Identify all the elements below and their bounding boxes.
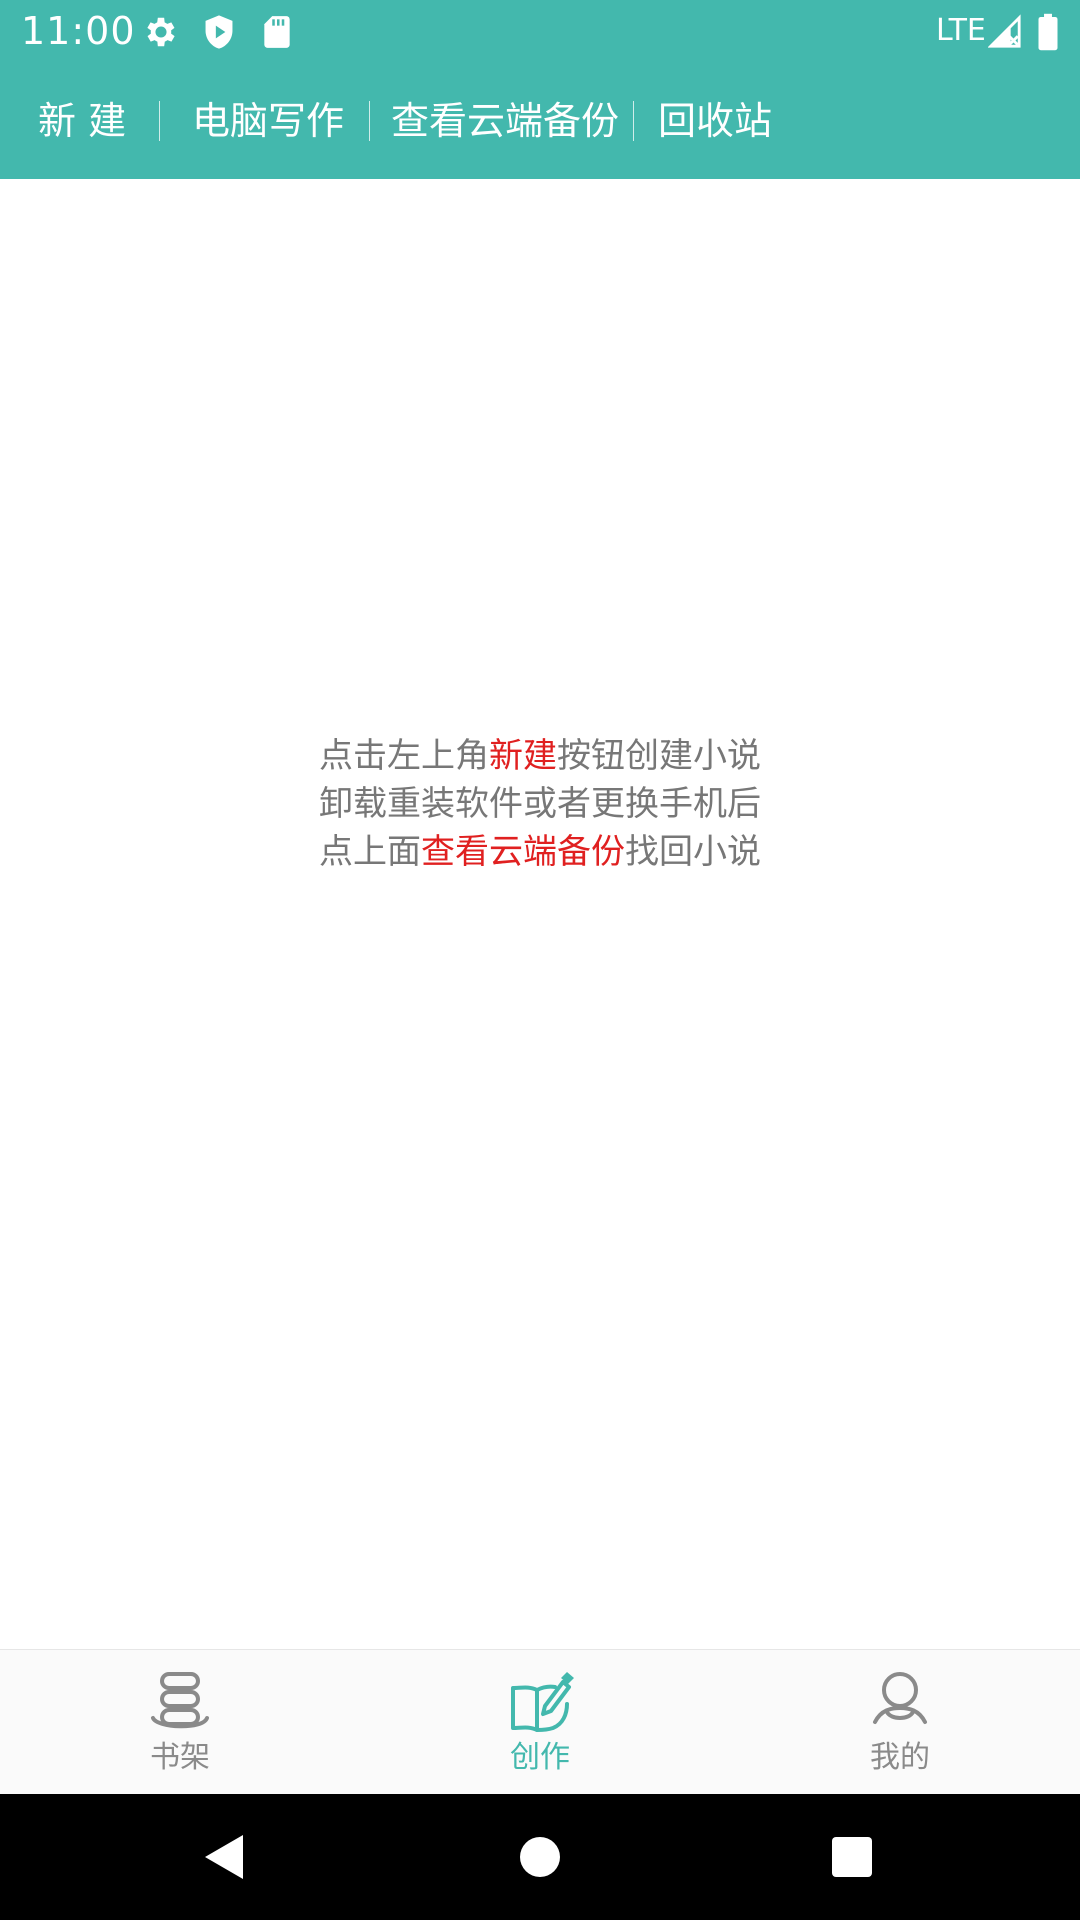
cloud-backup-button[interactable]: 查看云端备份: [391, 63, 619, 179]
hint-text: 卸载重装软件或者更换手机后: [319, 784, 761, 824]
app-screen: 11:00 LTE 新 建 电脑写作 查看云端备份 回收站 点击左上角新建按钮创…: [0, 0, 1080, 1920]
nav-label-write: 创作: [510, 1740, 570, 1775]
hint-text: 点击左上角: [319, 736, 489, 776]
hint-highlight-new: 新建: [489, 736, 557, 776]
hint-text: 按钮创建小说: [557, 736, 761, 776]
hint-text: 点上面: [319, 832, 421, 872]
settings-gear-icon: [142, 13, 180, 51]
home-icon[interactable]: [512, 1829, 568, 1885]
nav-item-profile[interactable]: 我的: [720, 1650, 1080, 1795]
system-nav-bar: [0, 1794, 1080, 1920]
nav-label-profile: 我的: [870, 1740, 930, 1775]
hint-line-1: 点击左上角新建按钮创建小说: [0, 732, 1080, 780]
hint-line-2: 卸载重装软件或者更换手机后: [0, 780, 1080, 828]
profile-icon: [865, 1668, 935, 1734]
toolbar-divider: [159, 101, 160, 141]
empty-state-hint: 点击左上角新建按钮创建小说 卸载重装软件或者更换手机后 点上面查看云端备份找回小…: [0, 732, 1080, 876]
write-icon: [505, 1668, 575, 1734]
hint-highlight-cloud-backup: 查看云端备份: [421, 832, 625, 872]
toolbar-divider: [633, 101, 634, 141]
toolbar-divider: [369, 101, 370, 141]
battery-icon: [1035, 13, 1061, 51]
pc-writing-button[interactable]: 电脑写作: [192, 63, 344, 179]
nav-item-write[interactable]: 创作: [360, 1650, 720, 1795]
back-icon[interactable]: [197, 1829, 253, 1885]
bottom-nav: 书架 创作 我的: [0, 1649, 1080, 1795]
play-protect-icon: [200, 13, 238, 51]
recycle-bin-button[interactable]: 回收站: [658, 63, 772, 179]
new-button[interactable]: 新 建: [38, 63, 126, 179]
nav-item-bookshelf[interactable]: 书架: [0, 1650, 360, 1795]
main-content: 点击左上角新建按钮创建小说 卸载重装软件或者更换手机后 点上面查看云端备份找回小…: [0, 179, 1080, 1649]
hint-text: 找回小说: [625, 832, 761, 872]
recents-icon[interactable]: [824, 1829, 880, 1885]
nav-label-bookshelf: 书架: [150, 1740, 210, 1775]
signal-icon: [988, 13, 1022, 51]
sd-card-icon: [258, 13, 296, 51]
network-type: LTE: [936, 13, 986, 48]
top-toolbar: 新 建 电脑写作 查看云端备份 回收站: [0, 63, 1080, 179]
status-time: 11:00: [21, 9, 136, 53]
hint-line-3: 点上面查看云端备份找回小说: [0, 828, 1080, 876]
status-bar: 11:00 LTE: [0, 0, 1080, 63]
bookshelf-icon: [145, 1668, 215, 1734]
